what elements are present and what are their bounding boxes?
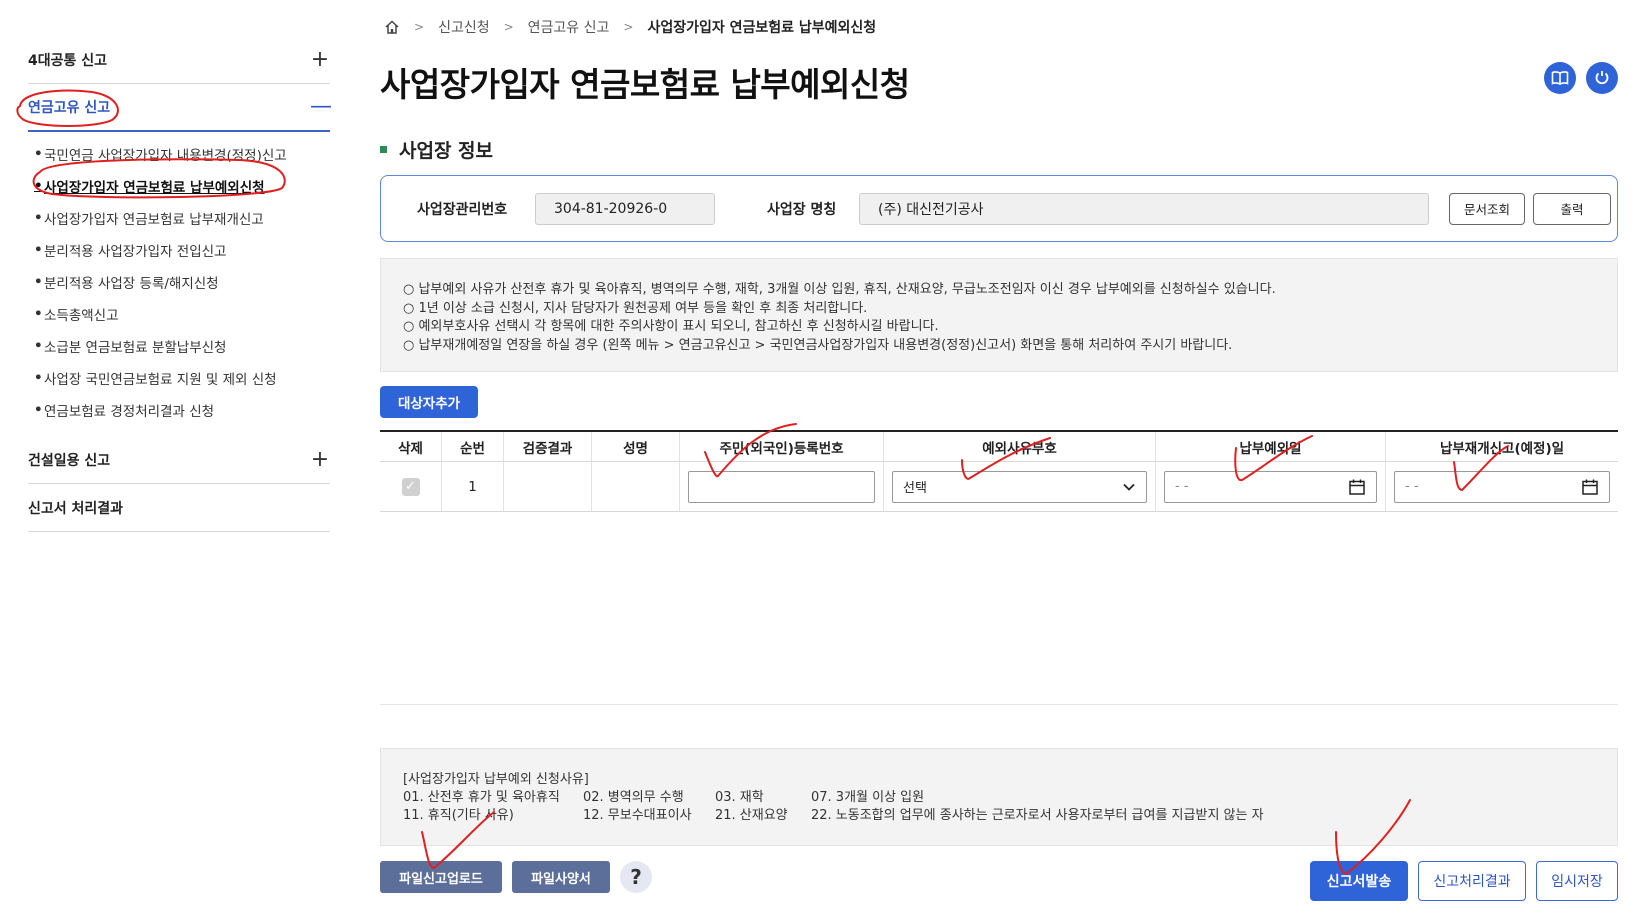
manual-book-icon[interactable] (1544, 62, 1576, 94)
col-header: 예외사유부호 (884, 432, 1156, 461)
reason-item: 02. 병역의무 수행 (583, 790, 684, 805)
notice-line: ○ 납부재개예정일 연장을 하실 경우 (왼쪽 메뉴 > 연금고유신고 > 국민… (403, 337, 1233, 353)
name-cell (592, 462, 680, 511)
reason-select-value: 선택 (903, 481, 927, 496)
top-actions (1544, 62, 1618, 94)
divider (380, 704, 1618, 705)
resident-id-input[interactable] (688, 470, 875, 503)
col-header: 납부재개신고(예정)일 (1439, 440, 1565, 457)
print-button[interactable]: 출력 (1533, 192, 1611, 225)
reason-item: 22. 노동조합의 업무에 종사하는 근로자로서 사용자로부터 급여를 지급받지… (811, 808, 1264, 823)
notice-line: ○ 예외부호사유 선택시 각 항목에 대한 주의사항이 표시 되오니, 참고하신… (403, 319, 939, 334)
reason-item: 07. 3개월 이상 입원 (811, 790, 925, 805)
help-icon[interactable]: ? (620, 861, 652, 893)
breadcrumb-item[interactable]: 연금고유 신고 (528, 17, 610, 37)
col-header: 순번 (442, 432, 504, 461)
sidebar-item-payment-resume[interactable]: • 사업장가입자 연금보험료 납부재개신고 (34, 202, 330, 234)
sidebar-item-correction[interactable]: • 연금보험료 경정처리결과 신청 (34, 394, 330, 426)
sidebar-group-label: 신고서 처리결과 (28, 500, 124, 517)
date-placeholder: - - (1175, 479, 1189, 494)
temp-save-button[interactable]: 임시저장 (1536, 861, 1618, 901)
breadcrumb-separator: > (623, 20, 634, 34)
notice-line: ○ 납부예외 사유가 산전후 휴가 및 육아휴직, 병역의무 수행, 재학, 3… (403, 282, 1276, 297)
reason-item: 21. 산재요양 (715, 808, 788, 823)
sidebar-group-label: 4대공통 신고 (28, 52, 108, 69)
file-upload-button[interactable]: 파일신고업로드 (380, 861, 502, 893)
report-result-button[interactable]: 신고처리결과 (1418, 861, 1526, 901)
reason-item: 12. 무보수대표이사 (583, 808, 692, 823)
mgmt-no-label: 사업장관리번호 (417, 201, 508, 218)
home-icon[interactable] (384, 19, 400, 35)
target-table: 삭제 순번 검증결과 성명 주민(외국인)등록번호 예외사유부호 납부예외일 납… (380, 430, 1618, 512)
section-title: 사업장 정보 (380, 136, 493, 163)
breadcrumb-current: 사업장가입자 연금보험료 납부예외신청 (647, 20, 877, 36)
sidebar-group-label: 건설일용 신고 (28, 452, 111, 469)
calendar-icon[interactable] (1581, 478, 1599, 496)
verify-result-cell (504, 462, 592, 511)
col-header: 성명 (592, 432, 680, 461)
col-header: 삭제 (380, 432, 442, 461)
page-title: 사업장가입자 연금보험료 납부예외신청 (380, 65, 910, 104)
reason-code-select[interactable]: 선택 (892, 470, 1147, 503)
reason-row: 11. 휴직(기타 사유) 12. 무보수대표이사 21. 산재요양 22. 노… (403, 807, 1595, 825)
notice-line: ○ 1년 이상 소급 신청시, 지사 담당자가 원천공제 여부 등을 확인 후 … (403, 300, 868, 316)
workplace-name-field: (주) 대신전기공사 (859, 192, 1429, 225)
sidebar-group-4common[interactable]: 4대공통 신고 + (28, 36, 330, 84)
table-row: ✓ 1 선택 - - - - (380, 462, 1618, 512)
sidebar-submenu: • 국민연금 사업장가입자 내용변경(정정)신고 • 사업장가입자 연금보험료 납부… (28, 132, 330, 436)
reason-title: [사업장가입자 납부예외 신청사유] (403, 772, 589, 787)
sidebar-group-construction[interactable]: 건설일용 신고 + (28, 436, 330, 484)
date-placeholder: - - (1405, 479, 1419, 494)
sidebar-group-pension[interactable]: 연금고유 신고 — (28, 84, 332, 132)
seq-cell: 1 (442, 462, 504, 511)
sidebar-group-results[interactable]: 신고서 처리결과 (28, 484, 330, 532)
reason-item: 03. 재학 (715, 790, 764, 805)
breadcrumb-separator: > (503, 20, 514, 34)
sidebar-item-transfer-in[interactable]: • 분리적용 사업장가입자 전입신고 (34, 234, 330, 266)
mgmt-no-field: 304-81-20926-0 (535, 192, 715, 225)
add-target-button[interactable]: 대상자추가 (380, 386, 478, 418)
sidebar-item-change-report[interactable]: • 국민연금 사업장가입자 내용변경(정정)신고 (34, 138, 330, 170)
reason-codes-box: [사업장가입자 납부예외 신청사유] 01. 산전후 휴가 및 육아휴직 02.… (380, 748, 1618, 846)
section-bullet-icon (380, 146, 387, 153)
breadcrumb: > 신고신청 > 연금고유 신고 > 사업장가입자 연금보험료 납부예외신청 (384, 16, 876, 38)
sidebar-item-payment-exception[interactable]: • 사업장가입자 연금보험료 납부예외신청 (34, 170, 330, 202)
refresh-icon[interactable] (1586, 62, 1618, 94)
reason-item: 11. 휴직(기타 사유) (403, 808, 514, 823)
workplace-name-label: 사업장 명칭 (767, 201, 837, 218)
chevron-down-icon (1123, 483, 1135, 491)
resume-date-input[interactable]: - - (1394, 470, 1610, 503)
col-header: 주민(외국인)등록번호 (680, 432, 884, 461)
sidebar-group-label: 연금고유 신고 (28, 100, 111, 116)
sidebar-item-total-income[interactable]: • 소득총액신고 (34, 298, 330, 330)
reason-row: 01. 산전후 휴가 및 육아휴직 02. 병역의무 수행 03. 재학 07.… (403, 789, 1595, 807)
reason-item: 01. 산전후 휴가 및 육아휴직 (403, 790, 560, 805)
sidebar-item-installment[interactable]: • 소급분 연금보험료 분할납부신청 (34, 330, 330, 362)
sidebar-item-subsidy[interactable]: • 사업장 국민연금보험료 지원 및 제외 신청 (34, 362, 330, 394)
workplace-info-box: 사업장관리번호 304-81-20926-0 사업장 명칭 (주) 대신전기공사… (380, 175, 1618, 242)
breadcrumb-separator: > (414, 20, 425, 34)
file-spec-button[interactable]: 파일사양서 (512, 861, 610, 893)
bottom-right-actions: 신고서발송 신고처리결과 임시저장 (1310, 861, 1618, 901)
sidebar: 4대공통 신고 + 연금고유 신고 — • 국민연금 사업장가입자 내용변경(정정… (28, 36, 332, 532)
exception-date-input[interactable]: - - (1164, 470, 1377, 503)
col-header: 검증결과 (504, 432, 592, 461)
collapse-minus-icon[interactable]: — (310, 96, 332, 118)
col-header: 납부예외일 (1156, 432, 1386, 461)
notice-box: ○ 납부예외 사유가 산전후 휴가 및 육아휴직, 병역의무 수행, 재학, 3… (380, 258, 1618, 372)
calendar-icon[interactable] (1348, 478, 1366, 496)
breadcrumb-item[interactable]: 신고신청 (438, 17, 490, 37)
doc-lookup-button[interactable]: 문서조회 (1449, 192, 1525, 225)
expand-plus-icon[interactable]: + (310, 448, 330, 471)
bottom-left-actions: 파일신고업로드 파일사양서 ? (380, 861, 652, 893)
delete-checkbox[interactable]: ✓ (401, 477, 420, 496)
sidebar-item-register-cancel[interactable]: • 분리적용 사업장 등록/해지신청 (34, 266, 330, 298)
expand-plus-icon[interactable]: + (310, 48, 330, 71)
table-header-row: 삭제 순번 검증결과 성명 주민(외국인)등록번호 예외사유부호 납부예외일 납… (380, 432, 1618, 462)
send-report-button[interactable]: 신고서발송 (1310, 861, 1408, 901)
